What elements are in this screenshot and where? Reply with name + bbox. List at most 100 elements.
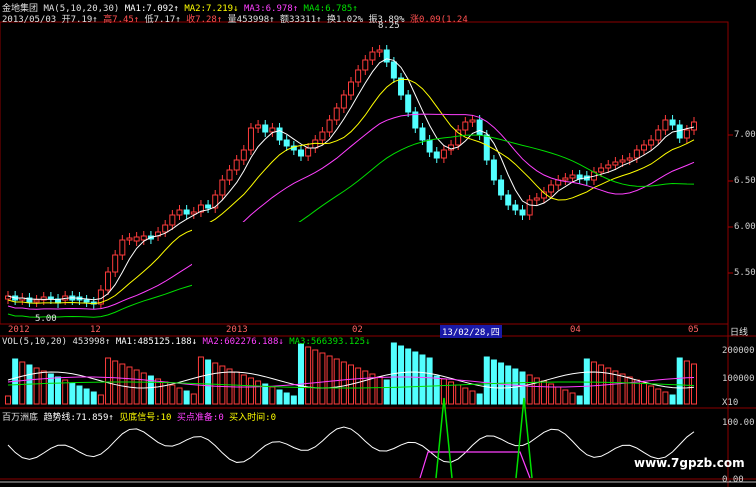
volume-bar	[383, 379, 390, 405]
occluded-area	[192, 222, 608, 322]
candle-body	[305, 147, 312, 157]
candle-body	[640, 144, 647, 151]
volume-bar	[398, 345, 405, 405]
candle-body	[426, 139, 433, 153]
volume-bar	[662, 391, 669, 405]
high-price: 高7.45↑	[103, 15, 140, 25]
candle-body	[233, 159, 240, 171]
candle-body	[598, 167, 605, 173]
candle-body	[562, 177, 569, 181]
candle-body	[169, 214, 176, 226]
candle-body	[490, 159, 497, 181]
candle-body	[683, 129, 690, 139]
candle-body	[440, 149, 447, 159]
candle-body	[119, 239, 126, 256]
volume-bar	[119, 363, 126, 405]
candle-body	[276, 127, 283, 141]
volume-bar	[598, 364, 605, 405]
trend-line	[7, 426, 695, 463]
indicator-signal: 见底信号:10	[119, 413, 172, 423]
volume-bar	[19, 361, 26, 405]
candle-body	[605, 164, 612, 169]
volume-bar	[205, 359, 212, 405]
volume-bar	[583, 358, 590, 405]
candle-body	[512, 204, 519, 211]
volume-bar	[97, 394, 104, 405]
volume-bar	[140, 372, 147, 405]
candle-body	[569, 174, 576, 179]
candle-body	[691, 121, 697, 131]
change-value: 涨0.09(1.24	[410, 15, 468, 25]
volume-bar	[426, 357, 433, 405]
candle-body	[626, 157, 633, 161]
volume-bar	[297, 343, 304, 405]
candle-body	[355, 69, 362, 83]
volume-bar	[340, 361, 347, 405]
candle-body	[612, 161, 619, 166]
volume-bar	[269, 386, 276, 405]
volume-bar	[576, 395, 583, 405]
date-label-2013: 2013	[226, 325, 248, 335]
volume-bar	[433, 375, 440, 405]
cursor-date-badge: 13/02/28,四	[440, 325, 502, 338]
low-price: 低7.17↑	[144, 15, 181, 25]
candle-body	[633, 149, 640, 159]
volume-bar	[476, 393, 483, 405]
price-tick-600: 6.00	[734, 222, 756, 232]
candle-body	[348, 81, 354, 96]
candle-body	[212, 194, 219, 209]
volume-bar	[455, 384, 462, 405]
volume-bar	[612, 370, 619, 405]
period-label[interactable]: 日线	[730, 325, 748, 338]
candle-body	[533, 197, 540, 201]
volume-bar	[326, 355, 333, 405]
watermark-text: www.7gpzb.com	[634, 456, 745, 470]
candle-body	[655, 129, 662, 141]
candle-body	[519, 209, 526, 216]
volume-header: VOL(5,10,20) 453998↑ MA1:485125.188↓ MA2…	[2, 337, 371, 347]
vol-value: 453998↑	[72, 337, 111, 347]
open-price: 开7.19↑	[61, 15, 98, 25]
candle-body	[183, 209, 190, 215]
volume-bar	[183, 390, 190, 405]
amount-value: 额33311↑	[280, 15, 322, 25]
vol-ma3: MA3:566393.125↓	[289, 337, 371, 347]
candle-body	[362, 59, 369, 71]
vol-ma1: MA1:485125.188↓	[115, 337, 198, 347]
candle-body	[283, 139, 290, 147]
candle-body	[226, 169, 233, 181]
vol-unit: X10	[722, 398, 739, 408]
candle-body	[390, 61, 397, 79]
candle-body	[33, 299, 40, 303]
high-marker: 8.25	[378, 21, 400, 31]
candle-body	[247, 127, 254, 151]
volume-bar	[333, 358, 340, 405]
candle-body	[669, 119, 676, 126]
indicator-buy-time: 买入时间:0	[229, 413, 277, 423]
volume-bar	[283, 392, 290, 405]
volume-bar	[76, 385, 83, 405]
volume-bar	[376, 376, 383, 405]
candle-body	[340, 94, 347, 109]
volume-bar	[55, 376, 62, 405]
volume-bar	[312, 349, 319, 405]
volume-bar	[405, 348, 412, 405]
volume-bar	[569, 392, 576, 405]
volume-bar	[247, 377, 254, 405]
candle-body	[369, 51, 376, 61]
volume-bar	[305, 346, 312, 405]
volume-bar	[619, 373, 626, 405]
candle-body	[269, 127, 276, 133]
volume-bar	[290, 395, 297, 405]
indicator-header: 百万洲底 趋势线:71.859↑ 见底信号:10 买点准备:0 买入时间:0	[2, 410, 276, 423]
volume-bar	[190, 393, 197, 405]
volume-bar	[240, 374, 247, 405]
candle-body	[126, 237, 133, 241]
volume-bar	[40, 370, 47, 405]
volume-bar	[540, 380, 547, 405]
volume-bar	[490, 359, 497, 405]
volume-bar	[276, 389, 283, 405]
volume-bar	[462, 387, 469, 405]
candle-body	[140, 235, 147, 241]
candle-body	[319, 131, 326, 141]
